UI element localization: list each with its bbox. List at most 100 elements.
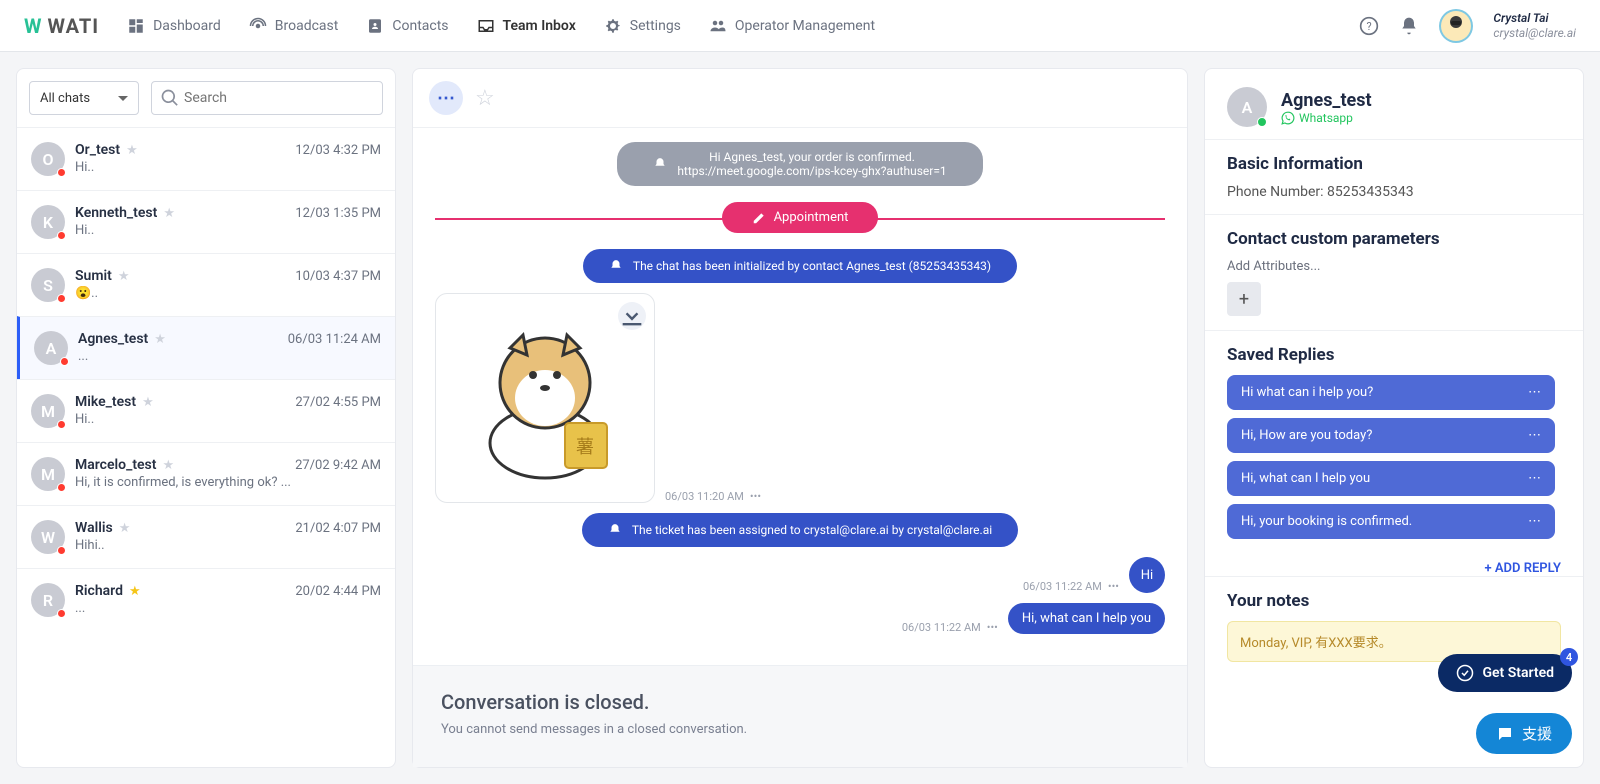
chat-list-item[interactable]: W Wallis ★ 21/02 4:07 PM Hihi.. — [17, 505, 395, 568]
more-icon[interactable]: ⋯ — [1528, 471, 1541, 486]
reply-text: Hi, what can I help you — [1241, 471, 1370, 486]
add-attribute-button[interactable]: + — [1227, 282, 1261, 316]
chat-list-item[interactable]: S Sumit ★ 10/03 4:37 PM 😮.. — [17, 253, 395, 316]
star-icon[interactable]: ★ — [119, 521, 131, 536]
conversation-panel: ⋯ ☆ Hi Agnes_test, your order is confirm… — [412, 68, 1188, 768]
download-icon — [618, 231, 646, 401]
contact-avatar: A — [1227, 87, 1267, 127]
nav-broadcast[interactable]: Broadcast — [249, 17, 339, 35]
conversation-closed-notice: Conversation is closed. You cannot send … — [413, 665, 1187, 767]
star-icon[interactable]: ★ — [163, 206, 175, 221]
help-icon[interactable]: ? — [1359, 16, 1379, 36]
search-input[interactable] — [180, 82, 374, 114]
chat-name: Richard — [75, 583, 123, 599]
get-started-button[interactable]: Get Started 4 — [1438, 654, 1572, 692]
nav-label: Team Inbox — [503, 18, 576, 34]
star-icon[interactable]: ★ — [162, 458, 174, 473]
status-dot-icon — [57, 546, 66, 555]
contacts-icon — [366, 17, 384, 35]
more-icon[interactable]: ⋯ — [1528, 428, 1541, 443]
nav-dashboard[interactable]: Dashboard — [127, 17, 221, 35]
people-icon — [709, 17, 727, 35]
more-icon[interactable]: ⋯ — [1528, 514, 1541, 529]
nav-team-inbox[interactable]: Team Inbox — [477, 17, 576, 35]
add-reply-button[interactable]: + ADD REPLY — [1205, 553, 1583, 576]
saved-reply-item[interactable]: Hi what can i help you? ⋯ — [1227, 375, 1555, 410]
chat-time: 21/02 4:07 PM — [295, 521, 381, 536]
outgoing-message: Hi, what can I help you — [1008, 603, 1165, 634]
chat-list-controls: All chats — [17, 69, 395, 127]
support-button[interactable]: 支援 — [1476, 713, 1572, 754]
chat-time: 27/02 9:42 AM — [295, 458, 381, 473]
saved-reply-item[interactable]: Hi, what can I help you ⋯ — [1227, 461, 1555, 496]
star-icon[interactable]: ★ — [142, 395, 154, 410]
download-button[interactable] — [618, 302, 646, 330]
main: All chats O Or_test ★ 12/03 4:32 PM Hi..… — [0, 52, 1600, 784]
status-dot-icon — [57, 483, 66, 492]
chat-list-item[interactable]: R Richard ★ 20/02 4:44 PM ... — [17, 568, 395, 631]
chat-list-item[interactable]: K Kenneth_test ★ 12/03 1:35 PM Hi.. — [17, 190, 395, 253]
chat-avatar: R — [31, 583, 65, 617]
nav-contacts[interactable]: Contacts — [366, 17, 448, 35]
more-icon[interactable]: ••• — [750, 490, 761, 503]
message-row: 06/03 11:22 AM ••• Hi — [435, 557, 1165, 593]
nav-operators[interactable]: Operator Management — [709, 17, 875, 35]
notice-text: The ticket has been assigned to crystal@… — [632, 523, 992, 537]
chat-preview: ... — [75, 601, 381, 616]
avatar-image — [1441, 11, 1471, 41]
more-icon[interactable]: ••• — [987, 621, 998, 634]
chat-list-item[interactable]: M Marcelo_test ★ 27/02 9:42 AM Hi, it is… — [17, 442, 395, 505]
message-timestamp: 06/03 11:22 AM ••• — [1023, 580, 1119, 593]
chat-filter-select[interactable]: All chats — [29, 81, 139, 115]
star-icon[interactable]: ★ — [118, 269, 130, 284]
chat-list-item[interactable]: A Agnes_test ★ 06/03 11:24 AM ... — [17, 316, 395, 379]
chat-name: Wallis — [75, 520, 113, 536]
contact-channel: Whatsapp — [1281, 111, 1372, 125]
status-dot-icon — [60, 357, 69, 366]
banner-line2: https://meet.google.com/ips-kcey-ghx?aut… — [677, 164, 946, 178]
chat-list-item[interactable]: M Mike_test ★ 27/02 4:55 PM Hi.. — [17, 379, 395, 442]
chat-list-item[interactable]: O Or_test ★ 12/03 4:32 PM Hi.. — [17, 127, 395, 190]
star-button[interactable]: ☆ — [475, 86, 495, 111]
svg-text:薯: 薯 — [576, 437, 594, 458]
phone-value: 85253435343 — [1327, 184, 1414, 200]
more-icon[interactable]: ••• — [1108, 580, 1119, 593]
more-menu-button[interactable]: ⋯ — [429, 81, 463, 115]
notice-text: The chat has been initialized by contact… — [633, 259, 991, 273]
chat-avatar: K — [31, 205, 65, 239]
avatar[interactable] — [1439, 9, 1473, 43]
chat-avatar: M — [31, 394, 65, 428]
appointment-button[interactable]: Appointment — [722, 202, 879, 233]
star-icon[interactable]: ★ — [154, 332, 166, 347]
message-timestamp: 06/03 11:22 AM ••• — [902, 621, 998, 634]
chat-avatar: W — [31, 520, 65, 554]
reply-text: Hi what can i help you? — [1241, 385, 1373, 400]
conversation-header: ⋯ ☆ — [413, 69, 1187, 128]
chat-avatar: M — [31, 457, 65, 491]
logo[interactable]: W WATI — [24, 14, 99, 38]
search-field[interactable] — [151, 81, 383, 115]
conversation-body: Hi Agnes_test, your order is confirmed. … — [413, 128, 1187, 665]
order-confirmed-banner: Hi Agnes_test, your order is confirmed. … — [617, 142, 982, 186]
star-icon[interactable]: ★ — [126, 143, 138, 158]
saved-reply-item[interactable]: Hi, your booking is confirmed.⋯ — [1227, 504, 1555, 539]
bell-icon[interactable] — [1399, 16, 1419, 36]
inbox-icon — [477, 17, 495, 35]
topbar: W WATI Dashboard Broadcast Contacts Team… — [0, 0, 1600, 52]
nav-label: Dashboard — [153, 18, 221, 34]
status-dot-icon — [57, 420, 66, 429]
saved-reply-item[interactable]: Hi, How are you today?⋯ — [1227, 418, 1555, 453]
nav-settings[interactable]: Settings — [604, 17, 681, 35]
message-row: 薯 06/03 11:20 AM ••• — [435, 293, 1165, 503]
more-icon[interactable]: ⋯ — [1528, 385, 1541, 400]
main-nav: Dashboard Broadcast Contacts Team Inbox … — [127, 17, 1359, 35]
saved-replies-section: Saved Replies Hi what can i help you?⋯Hi… — [1205, 330, 1583, 553]
closed-title: Conversation is closed. — [441, 690, 1159, 714]
nav-label: Contacts — [392, 18, 448, 34]
whatsapp-icon — [1281, 111, 1295, 125]
star-icon[interactable]: ★ — [129, 584, 141, 599]
contact-name: Agnes_test — [1281, 90, 1372, 111]
chat-avatar: A — [34, 331, 68, 365]
message-timestamp: 06/03 11:20 AM ••• — [665, 490, 761, 503]
chat-filter-label: All chats — [40, 91, 90, 106]
